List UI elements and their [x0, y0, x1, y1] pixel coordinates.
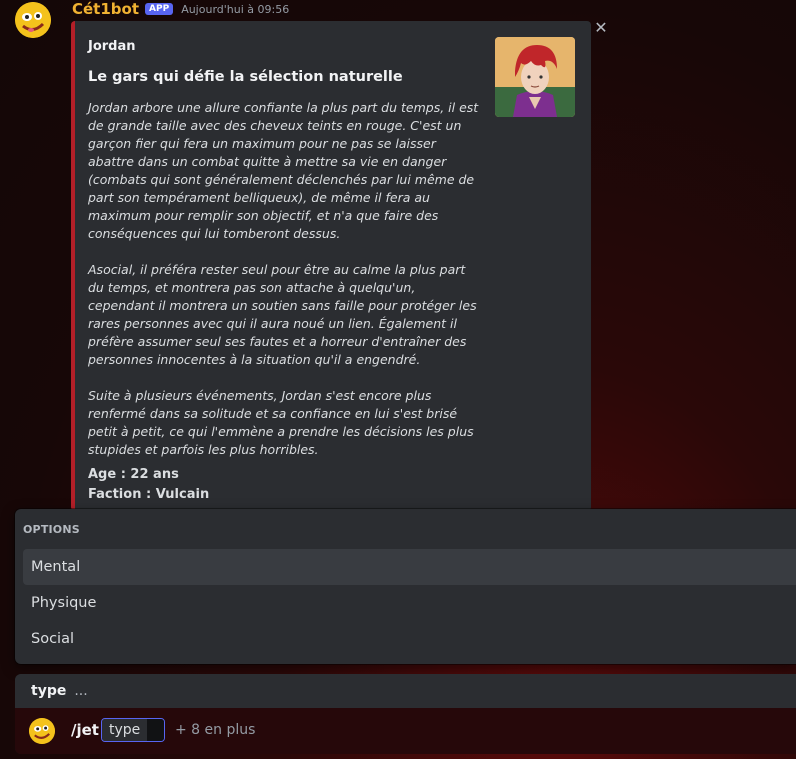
option-physique[interactable]: Physique [23, 585, 796, 621]
command-row[interactable]: /jet type + 8 en plus [15, 708, 796, 754]
type-param-value[interactable] [147, 719, 164, 741]
param-hint: type ... [15, 674, 796, 708]
field-age: Age : 22 ans [88, 467, 179, 482]
embed-author: Jordan [88, 39, 136, 54]
bot-username[interactable]: Cét1bot [72, 0, 139, 18]
embed-description: Jordan arbore une allure confiante la pl… [88, 99, 483, 477]
option-mental[interactable]: Mental [23, 549, 796, 585]
param-hint-name: type [31, 683, 67, 699]
options-header: OPTIONS [23, 523, 80, 536]
character-thumbnail[interactable] [495, 37, 575, 117]
embed-title: Le gars qui défie la sélection naturelle [88, 69, 403, 85]
embed-fields: Age : 22 ans Faction : Vulcain [88, 465, 209, 505]
message-timestamp: Aujourd'hui à 09:56 [181, 2, 290, 16]
type-param-input[interactable]: type [101, 718, 165, 742]
embed-paragraph: Asocial, il préféra rester seul pour êtr… [88, 262, 477, 367]
close-icon[interactable]: ✕ [593, 20, 609, 36]
more-params[interactable]: + 8 en plus [175, 722, 255, 738]
app-badge: APP [145, 3, 174, 15]
bot-avatar[interactable] [15, 2, 51, 38]
command-input-area: type ... /jet type + 8 en plus [15, 674, 796, 754]
type-param-label: type [102, 719, 148, 741]
command-name: /jet [71, 721, 99, 739]
embed-paragraph: Jordan arbore une allure confiante la pl… [88, 100, 479, 241]
option-social[interactable]: Social [23, 621, 796, 657]
options-autocomplete: OPTIONS Mental Physique Social [15, 509, 796, 664]
command-bot-avatar [29, 718, 55, 744]
field-faction: Faction : Vulcain [88, 487, 210, 502]
param-hint-dots: ... [74, 683, 88, 699]
message-header: Cét1bot APP Aujourd'hui à 09:56 [72, 0, 289, 18]
character-embed: Jordan Le gars qui défie la sélection na… [71, 21, 591, 511]
embed-paragraph: Suite à plusieurs événements, Jordan s'e… [88, 388, 474, 457]
